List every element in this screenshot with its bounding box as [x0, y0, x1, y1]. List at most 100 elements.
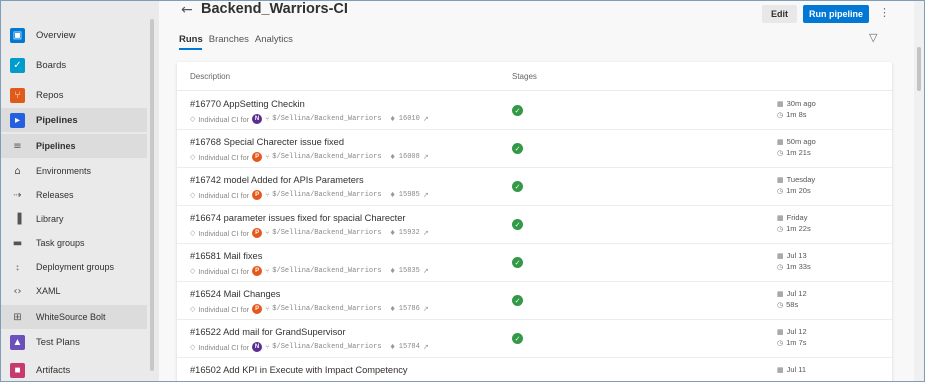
run-time: ▦ Tuesday — [777, 175, 815, 184]
edit-button[interactable]: Edit — [762, 5, 797, 23]
sidebar-item-task-groups[interactable]: ▬ Task groups — [1, 231, 147, 255]
sidebar-item-label: Task groups — [36, 238, 85, 248]
calendar-icon: ▦ — [777, 100, 784, 108]
sidebar-item-pipelines[interactable]: ▸ Pipelines — [1, 108, 147, 132]
trigger-icon: ◇ — [190, 115, 196, 123]
run-duration: ◷ 1m 7s — [777, 338, 807, 347]
trigger-text: Individual CI for — [198, 114, 250, 124]
filter-icon[interactable]: ▽ — [869, 31, 877, 44]
sidebar-item-test-plans[interactable]: ▲ Test Plans — [1, 330, 147, 354]
run-title[interactable]: #16524 Mail Changes — [190, 289, 280, 299]
pin-icon: ↗ — [422, 115, 429, 123]
repos-icon: ⑂ — [10, 87, 25, 103]
clock-icon: ◷ — [777, 187, 784, 195]
run-pipeline-button[interactable]: Run pipeline — [803, 5, 869, 23]
table-row[interactable]: #16742 model Added for APIs Parameters ◇ I… — [177, 167, 892, 206]
more-actions-icon[interactable]: ⋮ — [879, 6, 890, 19]
table-row[interactable]: #16770 AppSetting Checkin ◇ Individual CI … — [177, 91, 892, 130]
sidebar-item-label: Releases — [36, 190, 74, 200]
sidebar-item-overview[interactable]: ▣ Overview — [1, 23, 147, 47]
run-time: ▦ Jul 12 — [777, 327, 807, 336]
stage-success-icon[interactable]: ✓ — [512, 333, 523, 344]
sidebar-item-releases[interactable]: ⇢ Releases — [1, 183, 147, 207]
branch-icon: ⑂ — [265, 267, 270, 275]
active-tab-indicator — [179, 48, 202, 50]
sidebar-item-xaml[interactable]: ‹› XAML — [1, 279, 147, 303]
pin-icon: ↗ — [422, 343, 429, 351]
run-title[interactable]: #16742 model Added for APIs Parameters — [190, 175, 364, 185]
changeset-number: 15784 — [398, 343, 420, 351]
trigger-text: Individual CI for — [198, 342, 250, 352]
stage-success-icon[interactable]: ✓ — [512, 143, 523, 154]
run-title[interactable]: #16522 Add mail for GrandSupervisor — [190, 327, 346, 337]
page-title: Backend_Warriors-CI — [201, 1, 348, 17]
run-meta: ◇ Individual CI for P ⑂ $/Sellina/Backend_Wa… — [190, 303, 432, 315]
clock-icon: ◷ — [777, 149, 784, 157]
run-duration: ◷ 58s — [777, 300, 798, 309]
back-arrow-icon[interactable]: ← — [181, 2, 193, 18]
clock-icon: ◷ — [777, 225, 784, 233]
trigger-text: Individual CI for — [198, 228, 250, 238]
clock-icon: ◷ — [777, 111, 784, 119]
pin-icon: ↗ — [422, 267, 429, 275]
run-title[interactable]: #16674 parameter issues fixed for spacia… — [190, 213, 406, 223]
overview-icon: ▣ — [10, 27, 25, 43]
stage-success-icon[interactable]: ✓ — [512, 181, 523, 192]
table-row[interactable]: #16524 Mail Changes ◇ Individual CI for P ⑂ $… — [177, 281, 892, 320]
run-time: ▦ Jul 11 — [777, 365, 806, 374]
tab-runs[interactable]: Runs — [179, 34, 203, 45]
tab-analytics[interactable]: Analytics — [255, 34, 293, 45]
branch-icon: ⑂ — [265, 191, 270, 199]
avatar: P — [252, 152, 263, 162]
sidebar-item-artifacts[interactable]: ■ Artifacts — [1, 358, 147, 381]
run-title[interactable]: #16768 Special Charecter issue fixed — [190, 137, 344, 147]
sidebar-item-label: Pipelines — [36, 141, 76, 151]
stage-success-icon[interactable]: ✓ — [512, 257, 523, 268]
stage-success-icon[interactable]: ✓ — [512, 295, 523, 306]
run-time-text: 50m ago — [786, 137, 816, 146]
sidebar-item-environments[interactable]: ⌂ Environments — [1, 159, 147, 183]
artifacts-icon: ■ — [10, 362, 25, 378]
run-title[interactable]: #16770 AppSetting Checkin — [190, 99, 305, 109]
table-row[interactable]: #16522 Add mail for GrandSupervisor ◇ Indi… — [177, 319, 892, 358]
sidebar-item-label: WhiteSource Bolt — [36, 312, 106, 322]
main-scrollbar-thumb[interactable] — [917, 47, 921, 91]
table-row[interactable]: #16768 Special Charecter issue fixed ◇ Ind… — [177, 129, 892, 168]
duration-text: 1m 7s — [786, 338, 807, 347]
clock-icon: ◷ — [777, 301, 784, 309]
main-content: ← Backend_Warriors-CI Edit Run pipeline … — [159, 1, 914, 381]
run-duration: ◷ 1m 33s — [777, 262, 811, 271]
sidebar-item-deployment-groups[interactable]: ⨟ Deployment groups — [1, 255, 147, 279]
table-row[interactable]: #16502 Add KPI in Execute with Impact Co… — [177, 357, 892, 381]
trigger-icon: ◇ — [190, 191, 196, 199]
tab-branches[interactable]: Branches — [209, 34, 249, 45]
sidebar-item-library[interactable]: ▐ Library — [1, 207, 147, 231]
sidebar-item-repos[interactable]: ⑂ Repos — [1, 83, 147, 107]
avatar: P — [252, 190, 263, 200]
sidebar-item-label: Deployment groups — [36, 262, 115, 272]
pin-icon: ↗ — [422, 229, 429, 237]
stage-success-icon[interactable]: ✓ — [512, 105, 523, 116]
run-title[interactable]: #16581 Mail fixes — [190, 251, 262, 261]
run-time: ▦ 50m ago — [777, 137, 816, 146]
pipelines-icon: ▸ — [10, 112, 25, 128]
clock-icon: ◷ — [777, 263, 784, 271]
changeset-icon: ♦ — [389, 115, 396, 123]
pin-icon: ↗ — [422, 191, 429, 199]
table-row[interactable]: #16581 Mail fixes ◇ Individual CI for P ⑂ $/S… — [177, 243, 892, 282]
avatar: N — [252, 342, 263, 352]
stage-success-icon[interactable]: ✓ — [512, 219, 523, 230]
run-time-text: Jul 12 — [786, 327, 807, 336]
sidebar-item-pipelines[interactable]: ≡ Pipelines — [1, 134, 147, 158]
run-meta: ◇ Individual CI for P ⑂ $/Sellina/Backend_Wa… — [190, 189, 432, 201]
main-scrollbar[interactable] — [914, 1, 924, 381]
table-row[interactable]: #16674 parameter issues fixed for spacia… — [177, 205, 892, 244]
calendar-icon: ▦ — [777, 328, 784, 336]
run-time-text: Jul 11 — [786, 365, 807, 374]
calendar-icon: ▦ — [777, 366, 784, 374]
sidebar-item-whitesource-bolt[interactable]: ⊞ WhiteSource Bolt — [1, 305, 147, 329]
sidebar-scrollbar[interactable] — [150, 19, 154, 371]
trigger-icon: ◇ — [190, 229, 196, 237]
sidebar-item-boards[interactable]: ✓ Boards — [1, 53, 147, 77]
run-title[interactable]: #16502 Add KPI in Execute with Impact Co… — [190, 365, 408, 375]
